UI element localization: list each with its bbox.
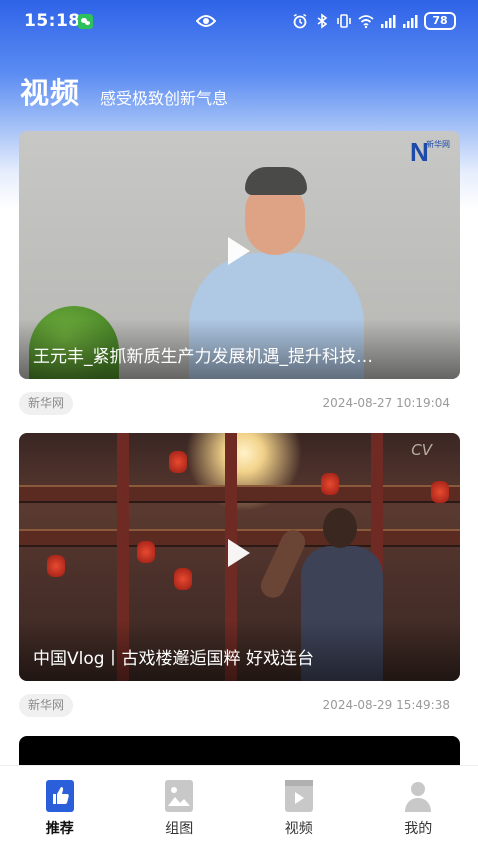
video-card[interactable]: CV 中国Vlog丨古戏楼邂逅国粹 好戏连台 新华网 2024-08-29 15… <box>19 433 460 729</box>
wifi-icon <box>358 15 374 29</box>
page-subtitle: 感受极致创新气息 <box>100 89 229 108</box>
thumbs-up-icon <box>45 780 74 812</box>
nav-label: 推荐 <box>45 821 74 837</box>
nav-item-me[interactable]: 我的 <box>359 766 478 850</box>
wechat-icon <box>78 14 93 29</box>
video-title: 中国Vlog丨古戏楼邂逅国粹 好戏连台 <box>33 649 314 669</box>
video-play-icon <box>284 780 313 812</box>
hair-graphic <box>245 167 307 195</box>
video-timestamp: 2024-08-27 10:19:04 <box>322 396 450 410</box>
alarm-icon <box>293 13 307 29</box>
video-meta: 新华网 2024-08-27 10:19:04 <box>19 379 460 427</box>
source-badge: 新华网 <box>19 694 74 717</box>
bottom-nav: 推荐 组图 视频 我的 <box>0 765 478 850</box>
nav-item-video[interactable]: 视频 <box>239 766 359 850</box>
status-icons: 78 <box>292 12 456 30</box>
eye-icon <box>196 15 216 27</box>
signal-icon <box>403 15 418 28</box>
video-thumbnail[interactable]: N 新华网 王元丰_紧抓新质生产力发展机遇_提升科技… <box>19 131 460 379</box>
lantern-graphic <box>174 568 192 590</box>
nav-label: 组图 <box>165 821 194 837</box>
battery-icon: 78 <box>424 12 456 30</box>
user-icon <box>405 782 432 812</box>
nav-item-recommend[interactable]: 推荐 <box>0 766 120 850</box>
news-logo: N 新华网 <box>410 137 450 167</box>
image-icon <box>165 780 194 812</box>
lantern-graphic <box>169 451 187 473</box>
vibrate-icon <box>337 14 351 28</box>
play-icon[interactable] <box>228 539 250 567</box>
lantern-graphic <box>137 541 155 563</box>
page-title: 视频 <box>20 76 81 110</box>
source-badge: 新华网 <box>19 392 74 415</box>
signal-icon <box>381 15 396 28</box>
video-timestamp: 2024-08-29 15:49:38 <box>322 698 450 712</box>
video-title: 王元丰_紧抓新质生产力发展机遇_提升科技… <box>33 347 373 367</box>
video-meta: 新华网 2024-08-29 15:49:38 <box>19 681 460 729</box>
nav-label: 视频 <box>284 821 313 837</box>
status-bar: 15:18 78 <box>0 0 478 44</box>
page-header: 视频 感受极致创新气息 <box>20 70 228 112</box>
play-icon[interactable] <box>228 237 250 265</box>
lantern-graphic <box>321 473 339 495</box>
lantern-graphic <box>431 481 449 503</box>
watermark: CV <box>411 441 432 459</box>
nav-label: 我的 <box>404 821 433 837</box>
beam-graphic <box>19 485 460 503</box>
video-thumbnail[interactable]: CV 中国Vlog丨古戏楼邂逅国粹 好戏连台 <box>19 433 460 681</box>
video-card[interactable]: N 新华网 王元丰_紧抓新质生产力发展机遇_提升科技… 新华网 2024-08-… <box>19 131 460 427</box>
bluetooth-icon <box>317 13 328 29</box>
lantern-graphic <box>47 555 65 577</box>
status-time: 15:18 <box>24 11 81 31</box>
nav-item-gallery[interactable]: 组图 <box>120 766 240 850</box>
